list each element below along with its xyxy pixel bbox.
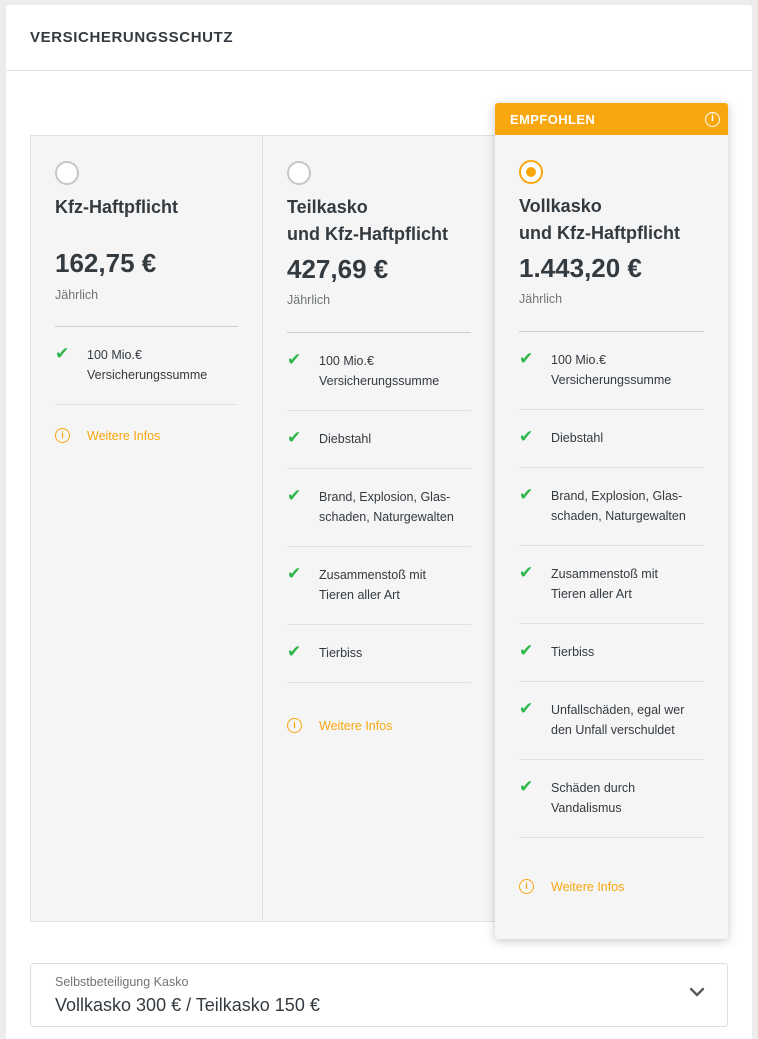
more-info-label: Weitere Infos xyxy=(87,428,161,443)
feature-text: 100 Mio.€ xyxy=(551,353,606,367)
checkmark-icon: ✔ xyxy=(519,427,534,446)
plan-name: Vollkasko und Kfz-Haftpflicht xyxy=(519,193,710,247)
feature-text: Brand, Explosion, Glas- xyxy=(319,490,451,504)
feature-item: ✔ 100 Mio.€ Versicherungssumme xyxy=(287,333,471,411)
feature-text: Zusammenstoß mit xyxy=(319,568,426,582)
checkmark-icon: ✔ xyxy=(55,344,70,363)
feature-item: ✔ Diebstahl xyxy=(519,410,704,468)
feature-item: ✔ Schäden durch Vandalismus xyxy=(519,760,704,838)
checkmark-icon: ✔ xyxy=(287,350,302,369)
feature-text: Schäden durch xyxy=(551,781,636,795)
feature-item: ✔ Brand, Explosion, Glas-schaden, Naturg… xyxy=(519,468,704,546)
deductible-select[interactable]: Selbstbeteiligung Kasko Vollkasko 300 € … xyxy=(30,963,728,1027)
chevron-down-icon[interactable] xyxy=(689,984,705,1000)
info-icon: i xyxy=(287,718,302,733)
more-info-link[interactable]: i Weitere Infos xyxy=(519,879,624,894)
card-header: VERSICHERUNGSSCHUTZ xyxy=(6,5,752,71)
feature-item: ✔ Tierbiss xyxy=(287,625,471,683)
checkmark-icon: ✔ xyxy=(519,563,534,582)
feature-text: Versicherungssumme xyxy=(87,368,208,382)
feature-text: schaden, Naturgewalten xyxy=(551,509,686,523)
plan-name: Teilkasko und Kfz-Haftpflicht xyxy=(287,194,477,248)
info-icon: i xyxy=(55,428,70,443)
feature-text: Zusammenstoß mit xyxy=(551,567,658,581)
plan-price: 162,75 € xyxy=(55,248,157,278)
info-icon[interactable]: i xyxy=(705,111,720,127)
plan-name-line: Vollkasko xyxy=(519,196,602,216)
feature-text: Unfallschäden, egal wer xyxy=(551,703,685,717)
checkmark-icon: ✔ xyxy=(519,485,534,504)
plan-period: Jährlich xyxy=(519,292,563,306)
more-info-link[interactable]: i Weitere Infos xyxy=(287,718,392,733)
feature-text: schaden, Naturgewalten xyxy=(319,510,454,524)
checkmark-icon: ✔ xyxy=(519,641,534,660)
checkmark-icon: ✔ xyxy=(519,699,534,718)
feature-item: ✔ 100 Mio.€ Versicherungssumme xyxy=(55,327,238,405)
info-icon: i xyxy=(519,879,534,894)
plan-name-line: Teilkasko xyxy=(287,197,368,217)
feature-text: Versicherungssumme xyxy=(319,374,440,388)
plan-teilkasko[interactable]: Teilkasko und Kfz-Haftpflicht 427,69 € J… xyxy=(263,136,495,921)
feature-text: Tieren aller Art xyxy=(319,588,400,602)
recommended-label: EMPFOHLEN xyxy=(510,111,596,127)
section-title: VERSICHERUNGSSCHUTZ xyxy=(30,29,234,46)
more-info-link[interactable]: i Weitere Infos xyxy=(55,428,160,443)
checkmark-icon: ✔ xyxy=(287,564,302,583)
deductible-value: Vollkasko 300 € / Teilkasko 150 € xyxy=(55,995,320,1015)
feature-item: ✔ Zusammenstoß mit Tieren aller Art xyxy=(287,547,471,625)
plan-period: Jährlich xyxy=(55,288,99,302)
checkmark-icon: ✔ xyxy=(287,428,302,447)
feature-list: ✔ 100 Mio.€ Versicherungssumme ✔ Diebstah… xyxy=(519,332,704,838)
feature-item: ✔ Brand, Explosion, Glas-schaden, Naturg… xyxy=(287,469,471,547)
feature-text: 100 Mio.€ xyxy=(87,348,142,362)
checkmark-icon: ✔ xyxy=(519,777,534,796)
checkmark-icon: ✔ xyxy=(519,349,534,368)
feature-text: den Unfall verschuldet xyxy=(551,723,675,737)
feature-list: ✔ 100 Mio.€ Versicherungssumme xyxy=(55,327,238,405)
more-info-label: Weitere Infos xyxy=(319,718,393,733)
more-info-label: Weitere Infos xyxy=(551,879,625,894)
feature-text: 100 Mio.€ xyxy=(319,354,374,368)
recommended-badge: EMPFOHLEN i xyxy=(495,103,728,135)
feature-text: Tierbiss xyxy=(551,645,595,659)
feature-text: Tierbiss xyxy=(319,646,363,660)
feature-text: Brand, Explosion, Glas- xyxy=(551,489,683,503)
plan-radio-haftpflicht[interactable] xyxy=(55,161,79,185)
plan-price: 427,69 € xyxy=(287,254,389,284)
feature-list: ✔ 100 Mio.€ Versicherungssumme ✔ Diebstah… xyxy=(287,333,471,683)
feature-item: ✔ Tierbiss xyxy=(519,624,704,682)
feature-item: ✔ Zusammenstoß mit Tieren aller Art xyxy=(519,546,704,624)
feature-text: Tieren aller Art xyxy=(551,587,632,601)
plan-radio-teilkasko[interactable] xyxy=(287,161,311,185)
plan-name: Kfz-Haftpflicht xyxy=(55,194,244,221)
plan-period: Jährlich xyxy=(287,293,331,307)
feature-item: ✔ Diebstahl xyxy=(287,411,471,469)
feature-text: Vandalismus xyxy=(551,801,622,815)
plan-name-line: Kfz-Haftpflicht xyxy=(55,197,178,217)
plan-name-line: und Kfz-Haftpflicht xyxy=(519,223,680,243)
feature-text: Diebstahl xyxy=(551,431,604,445)
plan-name-line: und Kfz-Haftpflicht xyxy=(287,224,448,244)
plan-kfz-haftpflicht[interactable]: Kfz-Haftpflicht 162,75 € Jährlich ✔ 100 … xyxy=(31,136,263,921)
plan-price: 1.443,20 € xyxy=(519,253,642,283)
checkmark-icon: ✔ xyxy=(287,486,302,505)
insurance-coverage-card: VERSICHERUNGSSCHUTZ Kfz-Haftpflicht 162,… xyxy=(6,5,752,1039)
feature-text: Diebstahl xyxy=(319,432,372,446)
deductible-label: Selbstbeteiligung Kasko xyxy=(55,975,189,989)
plan-vollkasko[interactable]: Vollkasko und Kfz-Haftpflicht 1.443,20 €… xyxy=(495,103,728,939)
feature-text: Versicherungssumme xyxy=(551,373,672,387)
feature-item: ✔ Unfallschäden, egal wer den Unfall vers… xyxy=(519,682,704,760)
plan-radio-vollkasko[interactable] xyxy=(519,160,543,184)
feature-item: ✔ 100 Mio.€ Versicherungssumme xyxy=(519,332,704,410)
checkmark-icon: ✔ xyxy=(287,642,302,661)
